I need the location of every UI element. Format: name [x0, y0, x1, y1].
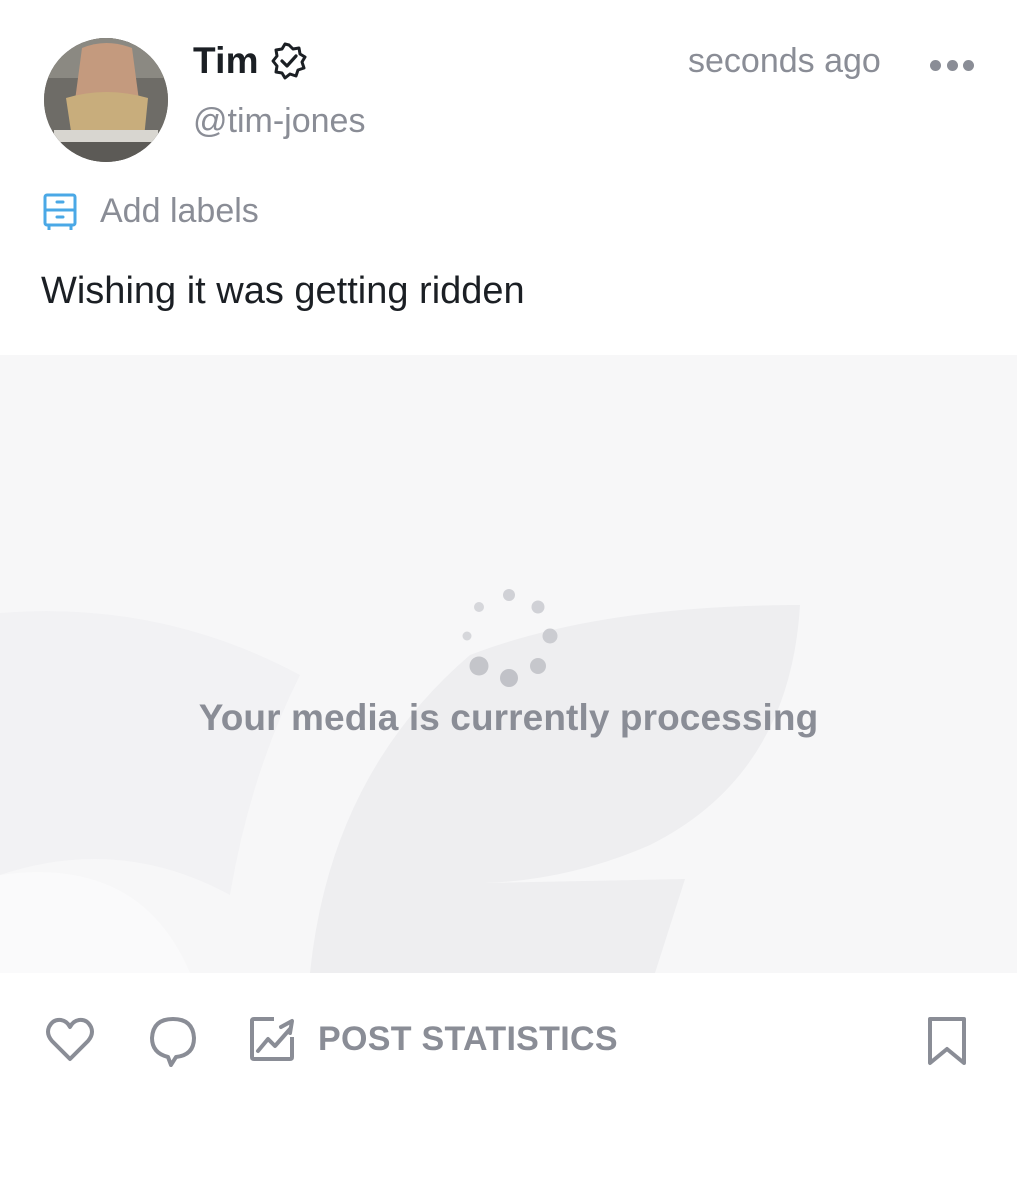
post-statistics-button[interactable]: POST STATISTICS [248, 1015, 618, 1063]
comment-icon [150, 1017, 196, 1067]
add-labels-label: Add labels [100, 191, 259, 230]
post-timestamp: seconds ago [688, 42, 881, 80]
statistics-icon [250, 1017, 294, 1061]
avatar-image [44, 38, 168, 162]
comment-button[interactable] [147, 1015, 199, 1072]
spinner-icon [462, 589, 558, 687]
more-options-icon-dot [963, 59, 974, 71]
avatar[interactable] [44, 38, 168, 162]
post-actions-bar: POST STATISTICS [0, 1005, 1017, 1075]
post-statistics-label: POST STATISTICS [318, 1019, 618, 1058]
add-labels-button[interactable]: Add labels [42, 190, 259, 232]
more-options-button[interactable] [926, 50, 978, 80]
author-handle[interactable]: @tim-jones [193, 102, 365, 141]
post-text: Wishing it was getting ridden [41, 270, 525, 312]
bookmark-button[interactable] [924, 1015, 970, 1072]
verified-badge-icon [271, 42, 307, 80]
bookmark-icon [928, 1017, 966, 1065]
labels-icon [43, 193, 77, 230]
like-button[interactable] [44, 1015, 96, 1070]
heart-icon [46, 1017, 94, 1061]
author-display-name[interactable]: Tim [193, 40, 259, 82]
author-name-row[interactable]: Tim [193, 40, 309, 82]
media-processing-message: Your media is currently processing [198, 697, 819, 738]
more-options-icon [930, 59, 941, 71]
more-options-icon-dot [946, 59, 958, 71]
